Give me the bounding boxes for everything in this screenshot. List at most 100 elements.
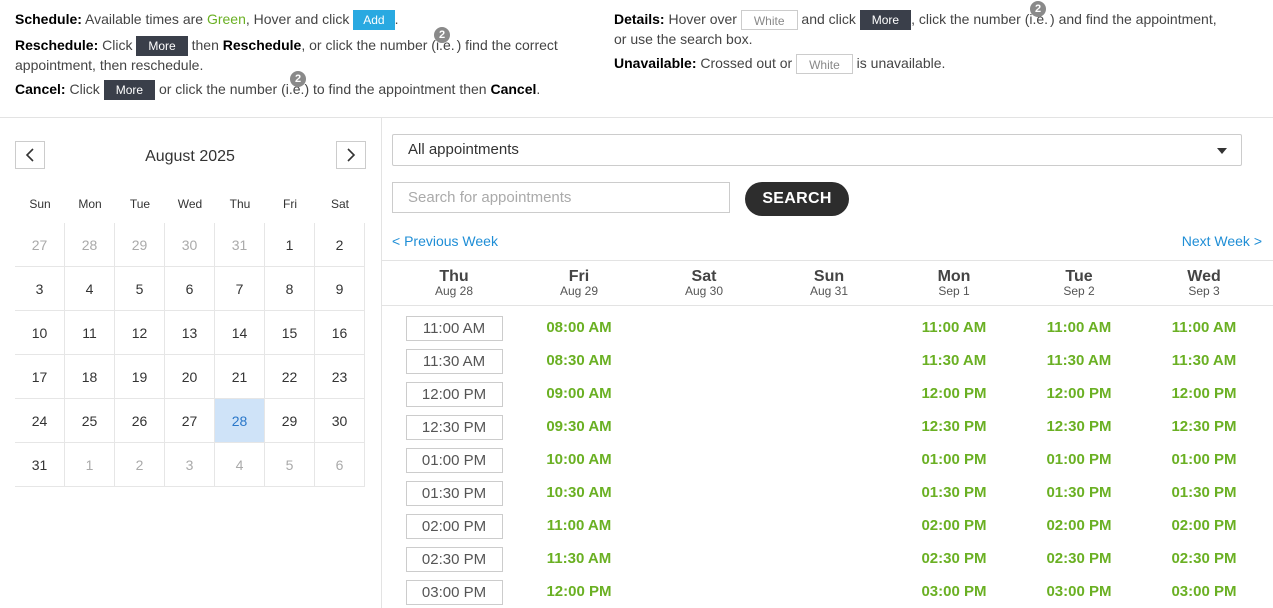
day-name: Sun <box>813 268 845 285</box>
available-time-slot[interactable]: 12:00 PM <box>1142 383 1266 405</box>
calendar-day[interactable]: 3 <box>15 267 65 311</box>
calendar-day[interactable]: 13 <box>165 311 215 355</box>
calendar-day[interactable]: 23 <box>315 355 365 399</box>
calendar-day[interactable]: 21 <box>215 355 265 399</box>
appointment-filter-select[interactable]: All appointments <box>392 134 1242 166</box>
available-time-slot[interactable]: 12:30 PM <box>1142 416 1266 438</box>
available-time-slot[interactable]: 09:00 AM <box>517 383 641 405</box>
available-time-slot[interactable]: 02:30 PM <box>1017 548 1141 570</box>
slot-time-label: 01:00 PM <box>405 448 503 473</box>
calendar-day-selected[interactable]: 28 <box>215 399 265 443</box>
calendar-day[interactable]: 24 <box>15 399 65 443</box>
calendar-day[interactable]: 4 <box>215 443 265 487</box>
available-time-slot[interactable]: 12:00 PM <box>517 581 641 603</box>
search-button[interactable]: SEARCH <box>745 182 849 216</box>
calendar-day[interactable]: 29 <box>265 399 315 443</box>
divider <box>382 260 1273 261</box>
search-input[interactable] <box>392 182 730 213</box>
calendar-day[interactable]: 2 <box>315 223 365 267</box>
available-time-slot[interactable]: 01:30 PM <box>892 482 1016 504</box>
available-time-slot[interactable]: 11:30 AM <box>1017 350 1141 372</box>
available-time-slot[interactable]: 12:00 PM <box>892 383 1016 405</box>
available-time-slot[interactable]: 01:00 PM <box>1142 449 1266 471</box>
available-time-slot[interactable]: 03:00 PM <box>1142 581 1266 603</box>
calendar-day[interactable]: 30 <box>315 399 365 443</box>
available-time-slot[interactable]: 03:00 PM <box>1017 581 1141 603</box>
calendar-day[interactable]: 31 <box>15 443 65 487</box>
calendar-day[interactable]: 6 <box>315 443 365 487</box>
calendar-day[interactable]: 30 <box>165 223 215 267</box>
available-time-slot[interactable]: 02:00 PM <box>1142 515 1266 537</box>
available-time-slot[interactable]: 11:00 AM <box>1017 317 1141 339</box>
calendar-day[interactable]: 2 <box>115 443 165 487</box>
calendar-day[interactable]: 31 <box>215 223 265 267</box>
available-time-slot[interactable]: 08:30 AM <box>517 350 641 372</box>
prev-month-button[interactable] <box>15 141 45 169</box>
calendar-day[interactable]: 14 <box>215 311 265 355</box>
calendar-day[interactable]: 25 <box>65 399 115 443</box>
calendar-day[interactable]: 22 <box>265 355 315 399</box>
calendar-day[interactable]: 7 <box>215 267 265 311</box>
calendar-day[interactable]: 11 <box>65 311 115 355</box>
available-time-slot[interactable]: 11:00 AM <box>892 317 1016 339</box>
calendar-day[interactable]: 4 <box>65 267 115 311</box>
calendar-day[interactable]: 9 <box>315 267 365 311</box>
available-time-slot[interactable]: 01:00 PM <box>1017 449 1141 471</box>
available-time-slot[interactable]: 02:00 PM <box>892 515 1016 537</box>
calendar-day[interactable]: 29 <box>115 223 165 267</box>
available-time-slot[interactable]: 11:30 AM <box>1142 350 1266 372</box>
calendar-day[interactable]: 27 <box>15 223 65 267</box>
day-name: Wed <box>1187 268 1221 285</box>
calendar-day[interactable]: 15 <box>265 311 315 355</box>
details-text-3: , click the number (i.e. <box>911 11 1049 27</box>
next-month-button[interactable] <box>336 141 366 169</box>
calendar-day[interactable]: 6 <box>165 267 215 311</box>
calendar-day[interactable]: 19 <box>115 355 165 399</box>
calendar-day[interactable]: 20 <box>165 355 215 399</box>
details-instruction: Details: Hover over White and click More… <box>614 9 1217 31</box>
calendar-day[interactable]: 17 <box>15 355 65 399</box>
available-time-slot[interactable]: 02:30 PM <box>1142 548 1266 570</box>
day-column-header: Tue Sep 2 <box>1017 268 1141 298</box>
weekday-header: Thu <box>229 197 251 211</box>
calendar-day[interactable]: 28 <box>65 223 115 267</box>
available-time-slot[interactable]: 12:30 PM <box>1017 416 1141 438</box>
cancel-text-2: or click the number (i.e. <box>158 81 305 97</box>
calendar-day[interactable]: 5 <box>265 443 315 487</box>
next-week-link[interactable]: Next Week > <box>1182 233 1262 249</box>
available-time-slot[interactable]: 01:30 PM <box>1142 482 1266 504</box>
available-time-slot[interactable]: 08:00 AM <box>517 317 641 339</box>
calendar-day[interactable]: 5 <box>115 267 165 311</box>
calendar-day[interactable]: 16 <box>315 311 365 355</box>
available-time-slot[interactable]: 03:00 PM <box>892 581 1016 603</box>
calendar-day[interactable]: 26 <box>115 399 165 443</box>
available-time-slot[interactable]: 12:00 PM <box>1017 383 1141 405</box>
unavailable-time-slot: 11:00 AM <box>392 316 516 341</box>
schedule-label: Schedule: <box>15 11 82 27</box>
available-time-slot[interactable]: 02:30 PM <box>892 548 1016 570</box>
available-time-slot[interactable]: 10:30 AM <box>517 482 641 504</box>
available-time-slot[interactable]: 11:00 AM <box>517 515 641 537</box>
available-time-slot[interactable]: 12:30 PM <box>892 416 1016 438</box>
calendar-day[interactable]: 18 <box>65 355 115 399</box>
available-time-slot[interactable]: 02:00 PM <box>1017 515 1141 537</box>
available-time-slot[interactable]: 11:00 AM <box>1142 317 1266 339</box>
divider <box>382 305 1273 306</box>
calendar-day[interactable]: 1 <box>65 443 115 487</box>
previous-week-link[interactable]: < Previous Week <box>392 233 498 249</box>
chevron-right-icon <box>347 148 356 162</box>
calendar-day[interactable]: 1 <box>265 223 315 267</box>
available-time-slot[interactable]: 09:30 AM <box>517 416 641 438</box>
calendar-day[interactable]: 12 <box>115 311 165 355</box>
available-time-slot[interactable]: 10:00 AM <box>517 449 641 471</box>
calendar-day[interactable]: 10 <box>15 311 65 355</box>
calendar-day[interactable]: 8 <box>265 267 315 311</box>
available-time-slot[interactable]: 11:30 AM <box>517 548 641 570</box>
more-chip: More <box>859 10 912 31</box>
available-time-slot[interactable]: 01:00 PM <box>892 449 1016 471</box>
unavailable-time-slot: 03:00 PM <box>392 580 516 605</box>
available-time-slot[interactable]: 01:30 PM <box>1017 482 1141 504</box>
calendar-day[interactable]: 3 <box>165 443 215 487</box>
available-time-slot[interactable]: 11:30 AM <box>892 350 1016 372</box>
calendar-day[interactable]: 27 <box>165 399 215 443</box>
